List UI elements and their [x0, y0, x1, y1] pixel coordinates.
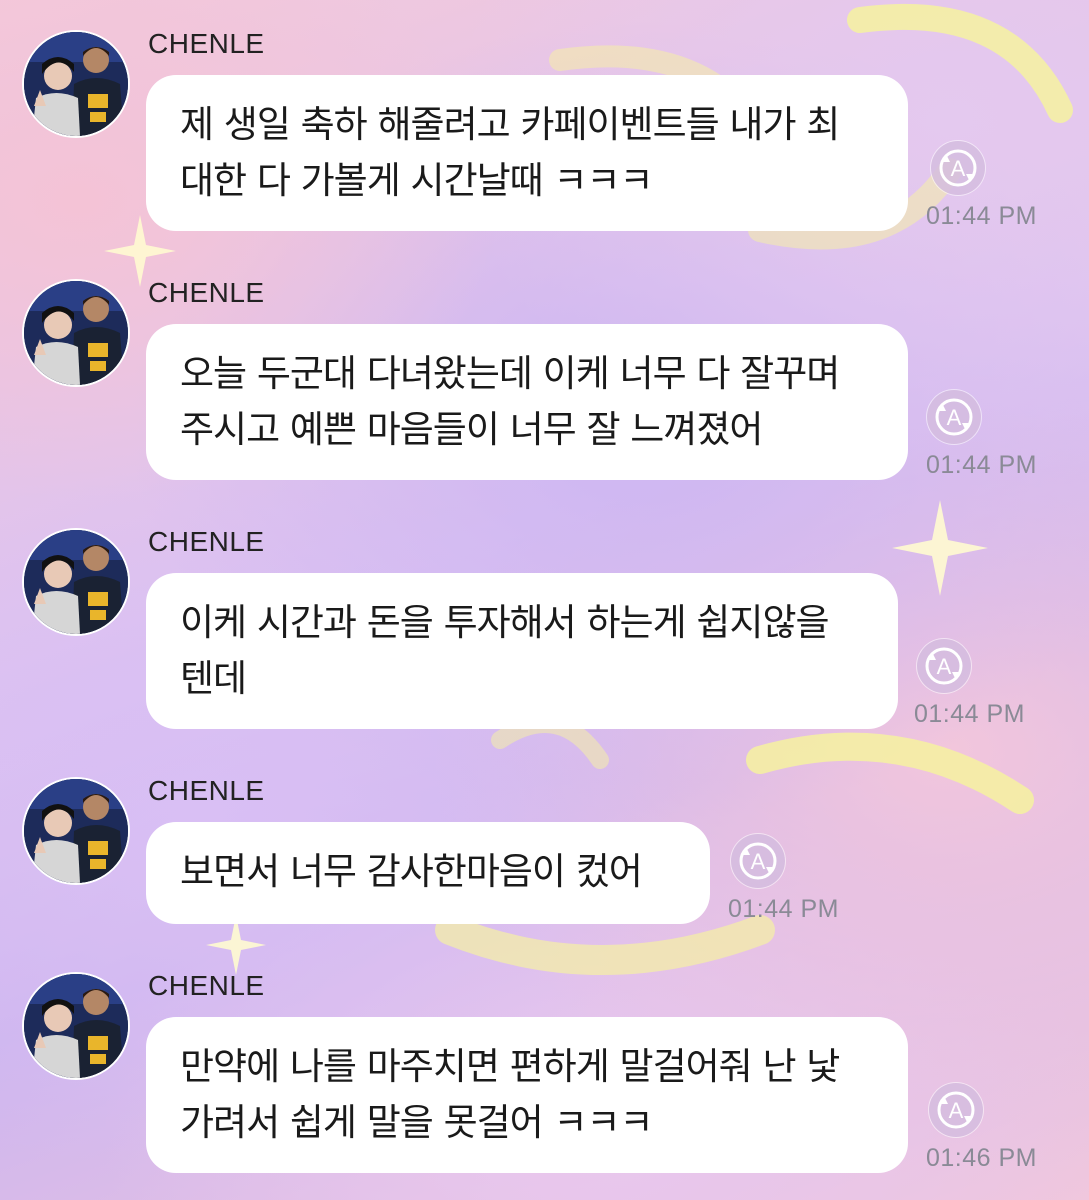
auto-translate-icon: A	[731, 834, 785, 888]
sender-name: CHENLE	[148, 970, 265, 1001]
message-timestamp: 01:44 PM	[926, 451, 1038, 479]
message-text-line: 만약에 나를 마주치면 편하게 말걸어줘 난 낯	[180, 1045, 840, 1088]
auto-translate-icon: A	[931, 141, 985, 195]
message-timestamp: 01:44 PM	[728, 895, 840, 923]
sender-name: CHENLE	[148, 277, 265, 308]
translate-button[interactable]: A	[928, 1082, 984, 1138]
sender-name: CHENLE	[148, 526, 265, 557]
message-bubble[interactable]: 이케 시간과 돈을 투자해서 하는게 쉽지않을텐데	[146, 573, 898, 729]
svg-text:A: A	[951, 156, 966, 181]
translate-button[interactable]: A	[916, 638, 972, 694]
message-text-line: 텐데	[180, 657, 247, 700]
message-text-line: 주시고 예쁜 마음들이 너무 잘 느껴졌어	[180, 408, 763, 451]
message-text-line: 대한 다 가볼게 시간날때 ㅋㅋㅋ	[180, 159, 654, 202]
avatar[interactable]	[22, 279, 130, 387]
avatar-image	[24, 281, 128, 385]
svg-text:A: A	[751, 849, 766, 874]
message-text-line: 보면서 너무 감사한마음이 컸어	[180, 850, 643, 893]
translate-button[interactable]: A	[926, 389, 982, 445]
svg-text:A: A	[947, 405, 962, 430]
sender-name: CHENLE	[148, 28, 265, 59]
message-bubble[interactable]: 제 생일 축하 해줄려고 카페이벤트들 내가 최대한 다 가볼게 시간날때 ㅋㅋ…	[146, 75, 908, 231]
auto-translate-icon: A	[917, 639, 971, 693]
svg-text:A: A	[949, 1098, 964, 1123]
message-bubble[interactable]: 보면서 너무 감사한마음이 컸어	[146, 822, 710, 924]
message-text-line: 가려서 쉽게 말을 못걸어 ㅋㅋㅋ	[180, 1101, 654, 1144]
message-text-line: 제 생일 축하 해줄려고 카페이벤트들 내가 최	[180, 103, 840, 146]
avatar-image	[24, 779, 128, 883]
translate-button[interactable]: A	[930, 140, 986, 196]
message-timestamp: 01:44 PM	[914, 700, 1026, 728]
avatar[interactable]	[22, 30, 130, 138]
message-bubble[interactable]: 오늘 두군대 다녀왔는데 이케 너무 다 잘꾸며주시고 예쁜 마음들이 너무 잘…	[146, 324, 908, 480]
sender-name: CHENLE	[148, 775, 265, 806]
avatar-image	[24, 32, 128, 136]
message-text-line: 이케 시간과 돈을 투자해서 하는게 쉽지않을	[180, 601, 830, 644]
translate-button[interactable]: A	[730, 833, 786, 889]
auto-translate-icon: A	[927, 390, 981, 444]
avatar-image	[24, 530, 128, 634]
svg-text:A: A	[937, 654, 952, 679]
message-timestamp: 01:44 PM	[926, 202, 1038, 230]
avatar[interactable]	[22, 777, 130, 885]
message-text-line: 오늘 두군대 다녀왔는데 이케 너무 다 잘꾸며	[180, 352, 840, 395]
avatar[interactable]	[22, 528, 130, 636]
message-timestamp: 01:46 PM	[926, 1144, 1038, 1172]
avatar-image	[24, 974, 128, 1078]
message-bubble[interactable]: 만약에 나를 마주치면 편하게 말걸어줘 난 낯가려서 쉽게 말을 못걸어 ㅋㅋ…	[146, 1017, 908, 1173]
auto-translate-icon: A	[929, 1083, 983, 1137]
avatar[interactable]	[22, 972, 130, 1080]
